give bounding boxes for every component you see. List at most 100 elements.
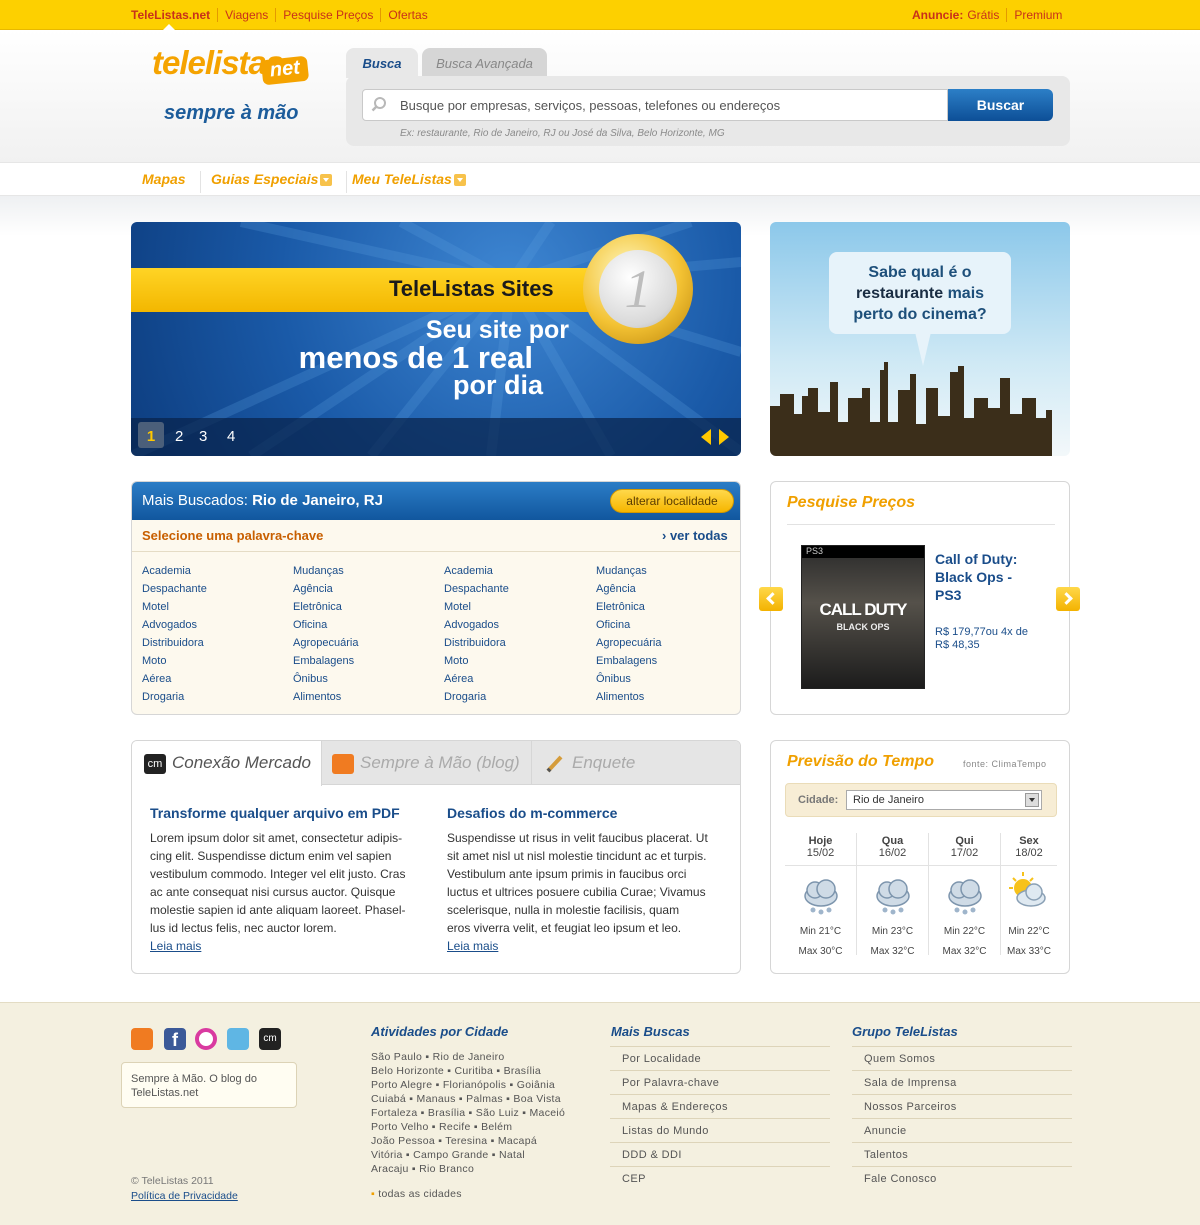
keyword-link[interactable]: Agropecuária bbox=[596, 634, 661, 652]
anuncie-premium-link[interactable]: Premium bbox=[1006, 8, 1069, 22]
keyword-link[interactable]: Ônibus bbox=[596, 670, 661, 688]
article-title-link[interactable]: Transforme qualquer arquivo em PDF bbox=[150, 805, 420, 821]
footer-link[interactable]: Quem Somos bbox=[852, 1046, 1072, 1070]
anuncie-gratis-link[interactable]: Grátis bbox=[967, 8, 1006, 22]
forecast-day: Hoje 15/02 Min 21°C Max 30°C bbox=[785, 833, 857, 957]
keyword-link[interactable]: Mudanças bbox=[293, 562, 358, 580]
city-line[interactable]: Fortaleza ▪ Brasília ▪ São Luiz ▪ Maceió bbox=[371, 1106, 565, 1120]
footer-link[interactable]: Fale Conosco bbox=[852, 1166, 1072, 1190]
city-line[interactable]: Porto Alegre ▪ Florianópolis ▪ Goiânia bbox=[371, 1078, 565, 1092]
footer-link[interactable]: Nossos Parceiros bbox=[852, 1094, 1072, 1118]
banner-page-3[interactable]: 3 bbox=[199, 428, 207, 445]
keyword-link[interactable]: Agropecuária bbox=[293, 634, 358, 652]
keyword-link[interactable]: Drogaria bbox=[444, 688, 509, 706]
footer-link[interactable]: Sala de Imprensa bbox=[852, 1070, 1072, 1094]
facebook-icon[interactable]: f bbox=[164, 1028, 186, 1050]
privacy-link[interactable]: Política de Privacidade bbox=[131, 1189, 238, 1204]
ver-todas-link[interactable]: › ver todas bbox=[662, 528, 728, 543]
keyword-link[interactable]: Advogados bbox=[142, 616, 207, 634]
banner-page-1[interactable]: 1 bbox=[138, 422, 164, 448]
product-image[interactable]: PS3 CALL DUTY BLACK OPS bbox=[801, 545, 925, 689]
banner-prev-icon[interactable] bbox=[701, 429, 711, 445]
city-line[interactable]: Cuiabá ▪ Manaus ▪ Palmas ▪ Boa Vista bbox=[371, 1092, 565, 1106]
promo-banner[interactable]: TeleListas Sites 1 Seu site por menos de… bbox=[131, 222, 741, 456]
keyword-link[interactable]: Motel bbox=[444, 598, 509, 616]
city-line[interactable]: Aracaju ▪ Rio Branco bbox=[371, 1162, 565, 1176]
search-input[interactable]: Busque por empresas, serviços, pessoas, … bbox=[362, 89, 948, 121]
nav-telelistas[interactable]: TeleListas.net bbox=[131, 8, 217, 22]
blogger-icon[interactable] bbox=[131, 1028, 153, 1050]
city-line[interactable]: São Paulo ▪ Rio de Janeiro bbox=[371, 1050, 565, 1064]
menu-guias-especiais[interactable]: Guias Especiais bbox=[211, 171, 348, 193]
orkut-icon[interactable] bbox=[195, 1028, 217, 1050]
keyword-link[interactable]: Advogados bbox=[444, 616, 509, 634]
twitter-icon[interactable] bbox=[227, 1028, 249, 1050]
keyword-link[interactable]: Distribuidora bbox=[142, 634, 207, 652]
keyword-link[interactable]: Aérea bbox=[142, 670, 207, 688]
article-line: Suspendisse ut risus in velit faucibus p… bbox=[447, 831, 708, 845]
keyword-link[interactable]: Eletrônica bbox=[293, 598, 358, 616]
menu-meu-telelistas[interactable]: Meu TeleListas bbox=[352, 171, 480, 193]
keyword-link[interactable]: Drogaria bbox=[142, 688, 207, 706]
keyword-link[interactable]: Academia bbox=[444, 562, 509, 580]
tab-busca-avancada[interactable]: Busca Avançada bbox=[422, 48, 547, 78]
keyword-link[interactable]: Academia bbox=[142, 562, 207, 580]
product-name-link[interactable]: Call of Duty: Black Ops - PS3 bbox=[935, 550, 1017, 604]
keyword-link[interactable]: Eletrônica bbox=[596, 598, 661, 616]
tab-blog[interactable]: Sempre à Mão (blog) bbox=[322, 741, 532, 785]
leia-mais-link[interactable]: Leia mais bbox=[447, 937, 717, 955]
nav-ofertas[interactable]: Ofertas bbox=[380, 8, 434, 22]
keyword-link[interactable]: Alimentos bbox=[596, 688, 661, 706]
article-title-link[interactable]: Desafios do m-commerce bbox=[447, 805, 717, 821]
keyword-link[interactable]: Oficina bbox=[596, 616, 661, 634]
footer-link[interactable]: CEP bbox=[610, 1166, 830, 1190]
city-line[interactable]: Porto Velho ▪ Recife ▪ Belém bbox=[371, 1120, 565, 1134]
tab-busca[interactable]: Busca bbox=[346, 48, 418, 78]
keyword-link[interactable]: Embalagens bbox=[596, 652, 661, 670]
banner-page-2[interactable]: 2 bbox=[175, 428, 183, 445]
keyword-link[interactable]: Embalagens bbox=[293, 652, 358, 670]
next-product-icon[interactable] bbox=[1056, 587, 1080, 611]
city-select[interactable]: Rio de Janeiro bbox=[846, 790, 1042, 810]
keyword-link[interactable]: Aérea bbox=[444, 670, 509, 688]
city-line[interactable]: João Pessoa ▪ Teresina ▪ Macapá bbox=[371, 1134, 565, 1148]
todas-cidades-link[interactable]: ▪ todas as cidades bbox=[371, 1187, 565, 1201]
footer-link[interactable]: Talentos bbox=[852, 1142, 1072, 1166]
blogger-icon bbox=[332, 753, 354, 774]
banner-next-icon[interactable] bbox=[719, 429, 729, 445]
article-line: eros viverra velit, et feugiat leo ipsum… bbox=[447, 921, 682, 935]
footer-link[interactable]: Listas do Mundo bbox=[610, 1118, 830, 1142]
menu-mapas[interactable]: Mapas bbox=[142, 171, 201, 193]
tab-enquete[interactable]: Enquete bbox=[532, 741, 740, 785]
footer-link[interactable]: DDD & DDI bbox=[610, 1142, 830, 1166]
nav-viagens[interactable]: Viagens bbox=[217, 8, 275, 22]
keyword-link[interactable]: Mudanças bbox=[596, 562, 661, 580]
tab-conexao-mercado[interactable]: cm Conexão Mercado bbox=[132, 741, 322, 786]
footer-link[interactable]: Por Localidade bbox=[610, 1046, 830, 1070]
alterar-localidade-button[interactable]: alterar localidade bbox=[610, 489, 734, 513]
banner-page-4[interactable]: 4 bbox=[227, 428, 235, 445]
keyword-link[interactable]: Agência bbox=[596, 580, 661, 598]
keyword-link[interactable]: Moto bbox=[142, 652, 207, 670]
search-button[interactable]: Buscar bbox=[948, 89, 1053, 121]
city-line[interactable]: Belo Horizonte ▪ Curitiba ▪ Brasília bbox=[371, 1064, 565, 1078]
footer-link[interactable]: Mapas & Endereços bbox=[610, 1094, 830, 1118]
keyword-link[interactable]: Motel bbox=[142, 598, 207, 616]
cm-icon[interactable]: cm bbox=[259, 1028, 281, 1050]
prev-product-icon[interactable] bbox=[759, 587, 783, 611]
leia-mais-link[interactable]: Leia mais bbox=[150, 937, 420, 955]
keyword-link[interactable]: Oficina bbox=[293, 616, 358, 634]
keyword-link[interactable]: Despachante bbox=[142, 580, 207, 598]
keyword-link[interactable]: Despachante bbox=[444, 580, 509, 598]
city-line[interactable]: Vitória ▪ Campo Grande ▪ Natal bbox=[371, 1148, 565, 1162]
keyword-link[interactable]: Agência bbox=[293, 580, 358, 598]
footer-link[interactable]: Anuncie bbox=[852, 1118, 1072, 1142]
nav-pesquise-precos[interactable]: Pesquise Preços bbox=[275, 8, 380, 22]
keyword-link[interactable]: Distribuidora bbox=[444, 634, 509, 652]
footer-link[interactable]: Por Palavra-chave bbox=[610, 1070, 830, 1094]
keyword-link[interactable]: Alimentos bbox=[293, 688, 358, 706]
keyword-link[interactable]: Ônibus bbox=[293, 670, 358, 688]
menu-mapas-label: Mapas bbox=[142, 171, 186, 187]
cinema-ad[interactable]: Sabe qual é o restaurante mais perto do … bbox=[770, 222, 1070, 456]
keyword-link[interactable]: Moto bbox=[444, 652, 509, 670]
